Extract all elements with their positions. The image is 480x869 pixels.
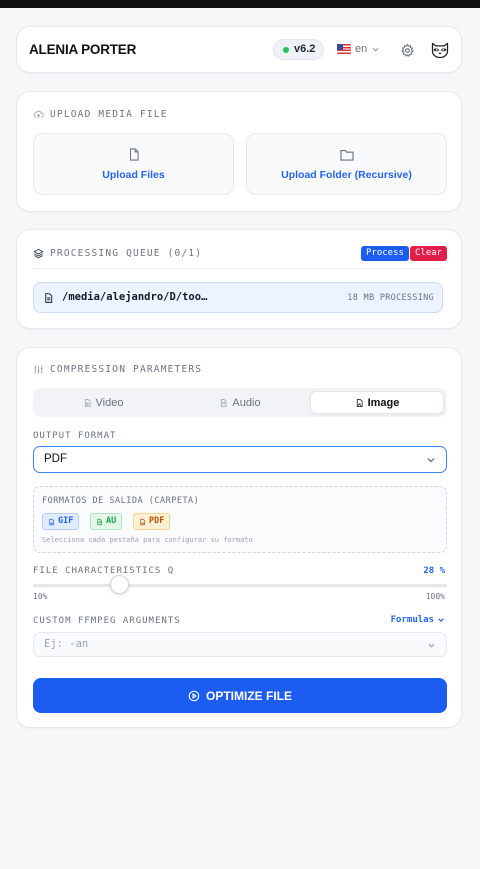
output-formats-box: FORMATOS DE SALIDA (CARPETA) GIF AU PDF … bbox=[33, 486, 447, 553]
optimize-file-button[interactable]: OPTIMIZE FILE bbox=[33, 678, 447, 713]
language-label: en bbox=[355, 43, 368, 55]
layers-icon bbox=[33, 248, 44, 259]
raccoon-avatar-icon[interactable] bbox=[429, 39, 451, 61]
upload-folder-button[interactable]: Upload Folder (Recursive) bbox=[246, 133, 447, 195]
quality-label: FILE CHARACTERISTICS Q bbox=[33, 566, 175, 576]
output-format-select[interactable]: PDF bbox=[33, 446, 447, 473]
chevron-down-icon bbox=[438, 618, 444, 623]
app-header: ALENIA PORTER v6.2 en bbox=[16, 26, 462, 73]
quality-min-label: 10% bbox=[33, 592, 48, 601]
file-video-icon bbox=[84, 398, 91, 407]
formulas-dropdown[interactable]: Formulas bbox=[391, 615, 445, 625]
format-chip-au[interactable]: AU bbox=[90, 513, 123, 530]
chevron-down-icon bbox=[372, 47, 379, 52]
process-button[interactable]: Process bbox=[361, 246, 409, 261]
tab-video[interactable]: Video bbox=[36, 391, 170, 414]
processing-queue-panel: PROCESSING QUEUE (0/1) Process Clear /me… bbox=[16, 229, 462, 329]
formats-title: FORMATOS DE SALIDA (CARPETA) bbox=[42, 496, 200, 506]
compression-parameters-panel: COMPRESSION PARAMETERS Video Audio Image… bbox=[16, 347, 462, 728]
params-section-title: COMPRESSION PARAMETERS bbox=[33, 364, 202, 375]
status-dot-icon bbox=[283, 47, 289, 53]
queue-item-status: PROCESSING bbox=[379, 293, 434, 303]
queue-item-size: 18 MB bbox=[347, 293, 375, 303]
top-bar bbox=[0, 0, 480, 8]
quality-value: 28 % bbox=[423, 566, 445, 576]
gear-icon[interactable] bbox=[398, 41, 416, 59]
file-image-icon bbox=[140, 518, 145, 525]
clear-button[interactable]: Clear bbox=[410, 246, 448, 261]
file-icon bbox=[129, 148, 139, 161]
ffmpeg-args-placeholder: Ej: -an bbox=[44, 638, 89, 650]
quality-slider-track[interactable] bbox=[33, 584, 447, 587]
queue-item-path: /media/alejandro/D/too… bbox=[62, 291, 208, 303]
queue-section-title: PROCESSING QUEUE (0/1) bbox=[33, 248, 202, 259]
play-circle-icon bbox=[188, 690, 200, 701]
formats-hint: Selecciona cada pestaña para configurar … bbox=[42, 536, 253, 544]
output-format-value: PDF bbox=[44, 453, 67, 465]
cloud-upload-icon bbox=[33, 110, 44, 119]
brand-title: ALENIA PORTER bbox=[29, 42, 137, 57]
upload-section-title: UPLOAD MEDIA FILE bbox=[33, 109, 168, 120]
quality-max-label: 100% bbox=[425, 592, 445, 601]
sliders-icon bbox=[34, 365, 43, 374]
chevron-down-icon bbox=[427, 458, 435, 463]
flag-us-icon bbox=[337, 44, 351, 54]
queue-item-meta: 18 MB PROCESSING bbox=[347, 293, 434, 303]
version-badge: v6.2 bbox=[273, 39, 325, 60]
output-format-label: OUTPUT FORMAT bbox=[33, 431, 117, 441]
chevron-down-icon bbox=[428, 643, 435, 648]
version-label: v6.2 bbox=[294, 43, 316, 55]
ffmpeg-args-label: CUSTOM FFMPEG ARGUMENTS bbox=[33, 616, 181, 626]
upload-panel: UPLOAD MEDIA FILE Upload Files Upload Fo… bbox=[16, 91, 462, 212]
file-audio-icon bbox=[221, 398, 227, 407]
tab-image[interactable]: Image bbox=[310, 391, 444, 414]
divider bbox=[33, 268, 445, 269]
format-chip-gif[interactable]: GIF bbox=[42, 513, 80, 530]
format-chip-pdf[interactable]: PDF bbox=[133, 513, 171, 530]
folder-icon bbox=[339, 149, 354, 161]
file-text-icon bbox=[45, 293, 53, 303]
file-image-icon bbox=[356, 398, 363, 407]
queue-item[interactable]: /media/alejandro/D/too… 18 MB PROCESSING bbox=[33, 282, 443, 313]
language-selector[interactable]: en bbox=[337, 41, 380, 57]
file-audio-icon bbox=[97, 518, 102, 525]
media-type-tabs: Video Audio Image bbox=[33, 388, 447, 417]
file-image-icon bbox=[49, 518, 54, 525]
quality-slider-thumb[interactable] bbox=[110, 575, 130, 594]
ffmpeg-args-input[interactable]: Ej: -an bbox=[33, 632, 447, 657]
upload-files-button[interactable]: Upload Files bbox=[33, 133, 234, 195]
tab-audio[interactable]: Audio bbox=[173, 391, 307, 414]
